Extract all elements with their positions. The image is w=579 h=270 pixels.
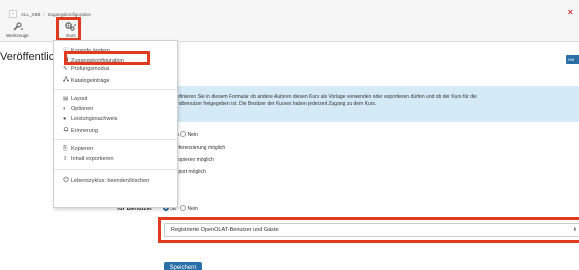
select-arrow-icon: ⬍: [572, 227, 577, 233]
back-icon[interactable]: ‹: [9, 10, 17, 18]
nein-label: Nein: [187, 132, 198, 138]
edit-icon: ✎: [63, 66, 68, 72]
menu-item-label: Erinnerung: [71, 128, 98, 134]
layout-icon: ▤: [63, 96, 69, 102]
check-referenzierung[interactable]: eferenzierung möglich: [176, 145, 225, 151]
menu-item-label: Optionen: [71, 106, 94, 112]
menu-divider: [54, 89, 177, 90]
menu-item-pruefungsmodus[interactable]: ✎ Prüfungsmodus: [63, 66, 110, 72]
menu-item-leistungsnachweis[interactable]: ● Leistungsnachweis: [63, 116, 117, 122]
info-line-1: efinieren Sie in diesem Formular ob ande…: [177, 94, 477, 100]
werkzeuge-label: Werkzeuge: [6, 33, 29, 38]
close-icon[interactable]: ×: [568, 8, 573, 17]
menu-item-label: Kopieren: [71, 146, 94, 152]
select-value: Registrierte OpenOLAT-Benutzer und Gäste: [171, 227, 279, 233]
wrench-icon: [12, 22, 24, 31]
nein-radio[interactable]: [180, 131, 187, 137]
info-box: efinieren Sie in diesem Formular ob ande…: [158, 86, 579, 122]
user-access-select[interactable]: Registrierte OpenOLAT-Benutzer und Gäste…: [164, 223, 579, 237]
menu-item-inhalt-exportieren[interactable]: ⇪ Inhalt exportieren: [63, 156, 114, 162]
menu-item-kopieren[interactable]: ⎘ Kopieren: [63, 146, 93, 153]
menu-item-lebenszyklus[interactable]: Lebenszyklus: beenden/löschen: [63, 176, 149, 184]
power-icon: [63, 176, 71, 184]
page-title: Veröffentlic: [0, 51, 55, 63]
template-option-row: a Nein: [176, 131, 198, 138]
menu-item-label: Layout: [71, 96, 88, 102]
kurs-dropdown-menu: ⓘ Kursinfo ändern Zugangskonfiguration ✎ P…: [53, 40, 178, 208]
menu-item-label: Leistungsnachweis: [71, 116, 118, 122]
check-export[interactable]: xport möglich: [176, 169, 206, 175]
menu-item-optionen[interactable]: ◐ Optionen: [63, 106, 93, 112]
top-toolbar: ‹ ALL_KBB / Zugangskonfiguration × Werkz…: [0, 0, 579, 42]
breadcrumb-current: Zugangskonfiguration: [47, 11, 92, 17]
check-kopieren[interactable]: kopieren möglich: [176, 157, 214, 163]
copy-icon: ⎘: [63, 146, 68, 152]
menu-item-label: Inhalt exportieren: [71, 156, 114, 162]
toggle-icon: ◐: [63, 106, 67, 112]
certificate-icon: ●: [63, 116, 67, 122]
breadcrumb-separator: /: [43, 11, 45, 17]
nein-label-benutzer: Nein: [187, 206, 198, 212]
sitemap-icon: [63, 76, 71, 84]
help-button[interactable]: Hilf: [566, 55, 579, 64]
info-line-2: ndbenutzer freigegeben ist. Die Besitzer…: [177, 101, 377, 107]
menu-item-label: Prüfungsmodus: [71, 66, 110, 72]
menu-item-layout[interactable]: ▤ Layout: [63, 96, 88, 102]
menu-divider: [54, 169, 177, 170]
nein-radio-benutzer[interactable]: [180, 205, 187, 211]
zugangskonfiguration-highlight-frame: [64, 51, 150, 65]
save-button[interactable]: Speichern: [164, 262, 202, 270]
bell-icon: [63, 126, 71, 134]
menu-item-label: Lebenszyklus: beenden/löschen: [71, 178, 150, 184]
user-access-select-frame: Registrierte OpenOLAT-Benutzer und Gäste…: [158, 217, 579, 243]
menu-divider: [54, 139, 177, 140]
menu-item-erinnerung[interactable]: Erinnerung: [63, 126, 98, 134]
menu-item-label: Katalogeinträge: [71, 78, 110, 84]
werkzeuge-button[interactable]: Werkzeuge: [6, 22, 29, 38]
breadcrumb-root[interactable]: ALL_KBB: [21, 12, 41, 17]
menu-item-katalogeintraege[interactable]: Katalogeinträge: [63, 76, 110, 84]
kurs-highlight-frame: [56, 17, 81, 41]
export-icon: ⇪: [63, 156, 68, 162]
